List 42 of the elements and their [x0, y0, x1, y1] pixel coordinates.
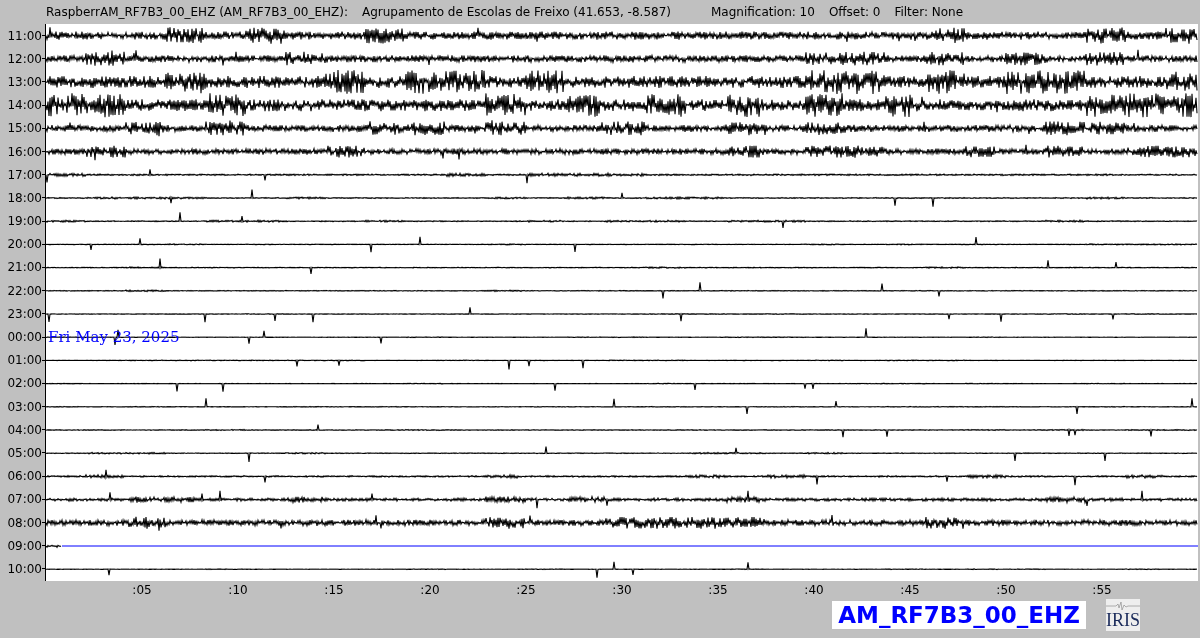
magnification-text: Magnification: 10	[711, 5, 815, 19]
minute-label: :35	[707, 583, 729, 597]
channel-label: AM_RF7B3_00_EHZ	[832, 601, 1086, 629]
hour-label: 19:00	[7, 214, 42, 229]
minute-label: :10	[227, 583, 249, 597]
hour-label: 14:00	[7, 98, 42, 113]
minute-label: :20	[419, 583, 441, 597]
hour-label: 00:00	[7, 330, 42, 345]
hour-label: 08:00	[7, 515, 42, 530]
minute-label: :25	[515, 583, 537, 597]
filter-text: Filter: None	[894, 5, 964, 19]
hour-label: 10:00	[7, 561, 42, 576]
hour-label: 12:00	[7, 51, 42, 66]
hour-label: 18:00	[7, 190, 42, 205]
hour-label: 21:00	[7, 260, 42, 275]
hour-label: 17:00	[7, 167, 42, 182]
hour-label: 09:00	[7, 538, 42, 553]
station-location: Agrupamento de Escolas de Freixo (41.653, -8.587)	[362, 5, 671, 19]
offset-text: Offset: 0	[828, 5, 881, 19]
minute-label: :30	[611, 583, 633, 597]
minute-label: :40	[803, 583, 825, 597]
hour-label: 23:00	[7, 306, 42, 321]
hour-label: 04:00	[7, 422, 42, 437]
hour-label: 13:00	[7, 74, 42, 89]
station-name: RaspberrAM_RF7B3_00_EHZ (AM_RF7B3_00_EHZ):	[46, 5, 348, 19]
hour-label: 03:00	[7, 399, 42, 414]
hour-label: 20:00	[7, 237, 42, 252]
hour-label: 01:00	[7, 353, 42, 368]
hour-label: 16:00	[7, 144, 42, 159]
minute-label: :45	[899, 583, 921, 597]
hour-label: 05:00	[7, 445, 42, 460]
hour-label: 15:00	[7, 121, 42, 136]
hour-label: 22:00	[7, 283, 42, 298]
minute-label: :55	[1091, 583, 1113, 597]
hour-label: 06:00	[7, 469, 42, 484]
minute-label: :15	[323, 583, 345, 597]
hour-label: 02:00	[7, 376, 42, 391]
minute-label: :05	[131, 583, 153, 597]
hour-label: 07:00	[7, 492, 42, 507]
minute-label: :50	[995, 583, 1017, 597]
hour-label: 11:00	[7, 28, 42, 43]
iris-logo: IRIS	[1106, 599, 1140, 631]
